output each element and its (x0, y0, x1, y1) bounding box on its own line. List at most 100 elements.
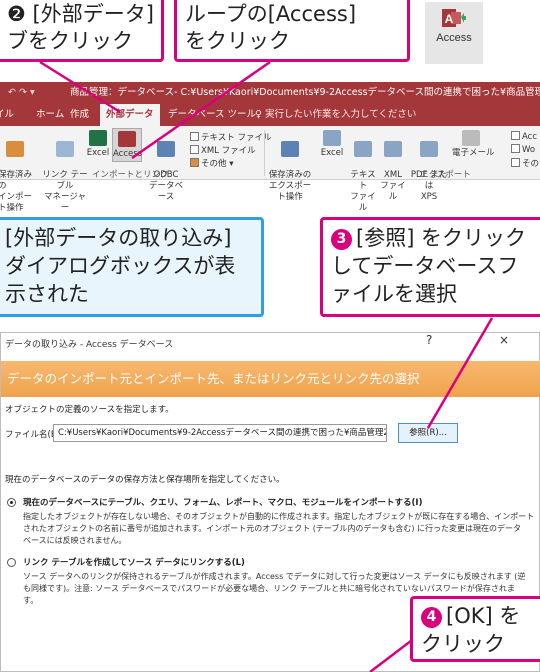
link-radio[interactable] (7, 558, 16, 567)
import-option-description: 指定したオブジェクトが存在しない場合、そのオブジェクトが自動的に作成されます。指… (23, 512, 535, 545)
access-import-tile: A Access (425, 2, 483, 64)
xml-export-icon (384, 141, 402, 157)
method-instruction: 現在のデータベースのデータの保存方法と保存場所を指定してください。 (5, 475, 285, 485)
saved-imports-icon (6, 141, 24, 157)
other-import[interactable]: その他 ▾ (190, 157, 233, 169)
ribbon-tabs: ファイル ホーム 作成 外部データ データベース ツール ♀ 実行したい作業を入… (0, 104, 540, 126)
xml-file-import[interactable]: XML ファイル (190, 144, 256, 156)
callout-external-data-tab: ❷ [外部データ] ブをクリック (0, 0, 164, 62)
access-export-label: Acc (522, 132, 538, 142)
pdf-xps-button[interactable]: PDF または XPS (410, 130, 448, 203)
saved-exports-label: 保存済みの エクスポート操作 (268, 170, 312, 202)
linked-table-manager-button[interactable]: リンク テーブル マネージャー (40, 130, 90, 214)
step3-first-line: 3 [参照] をクリック (331, 224, 539, 252)
ribbon-body: 保存済みの インポート操作 リンク テーブル マネージャー Excel Acce… (0, 126, 540, 213)
access-tile-label: Access (436, 32, 472, 44)
tab-file[interactable]: ファイル (0, 104, 20, 126)
export-group-label: エクスポート (420, 170, 471, 180)
step3-line2: してデータベースフ (331, 254, 519, 278)
other-export-label: その (522, 159, 540, 169)
callout-ok-button: 4 [OK] を クリック (410, 596, 540, 662)
saved-exports-icon (281, 141, 299, 157)
step4-number: 4 (421, 607, 442, 628)
linked-table-label: リンク テーブル マネージャー (42, 170, 88, 213)
close-button[interactable]: × (499, 333, 509, 347)
step4-line2: クリック (421, 632, 505, 656)
quick-access-toolbar[interactable]: ↶ ↷ ▾ (8, 82, 35, 104)
dialog-banner: データのインポート元とインポート先、またはリンク元とリンク先の選択 (1, 361, 540, 397)
source-instruction: オブジェクトの定義のソースを指定します。 (5, 405, 174, 415)
callout-dialog-shown: [外部データの取り込み] ダイアログボックスが表 示された (0, 217, 264, 317)
step4-line1: [OK] を (446, 604, 521, 628)
step3-line3: ァイルを選択 (331, 282, 457, 306)
email-icon (462, 130, 480, 146)
window-titlebar: ↶ ↷ ▾ 商品管理：データベース- C:¥Users¥Kaori¥Docume… (0, 82, 540, 104)
tab-database-tools[interactable]: データベース ツール (162, 104, 262, 126)
import-radio[interactable] (7, 498, 16, 507)
word-export-icon (511, 144, 520, 153)
xml-file-icon (190, 145, 199, 154)
saved-imports-button[interactable]: 保存済みの インポート操作 (0, 130, 38, 214)
callout-browse-button: 3 [参照] をクリック してデータベースフ ァイルを選択 (320, 217, 540, 317)
text-export-label: テキスト ファイル (350, 170, 376, 213)
info-line1: [外部データの取り込み] (5, 226, 232, 250)
saved-imports-label: 保存済みの インポート操作 (0, 170, 33, 213)
access-icon: A (442, 8, 466, 30)
step4-first-line: 4 [OK] を (421, 602, 539, 630)
access-import-button[interactable]: Access (112, 128, 142, 162)
import-group-label: インポートとリンク (92, 170, 169, 180)
word-export-label: Wo (522, 145, 536, 155)
text-file-label: テキスト ファイル (201, 133, 272, 143)
callout-step1-line2: ブをクリック (7, 29, 133, 53)
xml-export-label: XML ファイル (380, 170, 406, 202)
odbc-button[interactable]: ODBC データベース (148, 130, 184, 203)
step3-line1: [参照] をクリック (356, 226, 527, 250)
browse-button[interactable]: 参照(R)... (398, 423, 458, 443)
tab-create[interactable]: 作成 (64, 104, 95, 126)
ribbon-separator (264, 130, 265, 176)
access-export-icon (511, 131, 520, 140)
callout-step2-line2: をクリック (185, 29, 290, 53)
excel-export-button[interactable]: Excel (320, 130, 344, 159)
tell-me-box[interactable]: ♀ 実行したい作業を入力してください (255, 104, 416, 126)
text-file-icon (190, 132, 199, 141)
info-line3: 示された (5, 282, 89, 306)
callout-step2-line1: ループの[Access] (185, 2, 357, 26)
link-option-label[interactable]: リンク テーブルを作成してソース データにリンクする(L) (23, 556, 245, 568)
import-option-label[interactable]: 現在のデータベースにテーブル、クエリ、フォーム、レポート、マクロ、モジュールをイ… (23, 496, 422, 508)
other-label: その他 ▾ (201, 159, 234, 169)
file-name-input[interactable]: C:¥Users¥Kaori¥Documents¥9-2Accessデータベース… (53, 424, 387, 442)
callout-access-button: ループの[Access] をクリック (174, 0, 410, 62)
text-export-icon (354, 141, 372, 157)
excel-export-icon (323, 130, 341, 146)
word-export-small[interactable]: Wo (511, 144, 535, 155)
email-button[interactable]: 電子メール (452, 130, 495, 159)
other-icon (190, 158, 199, 167)
xml-file-label: XML ファイル (201, 146, 256, 156)
pdf-icon (420, 141, 438, 157)
excel-export-label: Excel (320, 148, 344, 158)
help-button[interactable]: ? (426, 333, 432, 347)
excel-import-button[interactable]: Excel (86, 130, 110, 159)
odbc-icon (157, 141, 175, 157)
access-small-icon (118, 131, 136, 147)
saved-exports-button[interactable]: 保存済みの エクスポート操作 (268, 130, 312, 203)
access-label: Access (113, 149, 143, 159)
other-export-icon (511, 158, 520, 167)
window-title: 商品管理：データベース- C:¥Users¥Kaori¥Documents¥9-… (70, 87, 540, 98)
email-label: 電子メール (452, 148, 495, 158)
excel-label: Excel (86, 148, 110, 158)
text-file-import[interactable]: テキスト ファイル (190, 131, 271, 143)
access-export-small[interactable]: Acc (511, 131, 537, 142)
linked-table-icon (56, 141, 74, 157)
dialog-title: データの取り込み - Access データベース (5, 340, 174, 350)
other-export-small[interactable]: その (511, 157, 539, 169)
text-export-button[interactable]: テキスト ファイル (348, 130, 378, 214)
info-line2: ダイアログボックスが表 (5, 254, 236, 278)
access-glyph: A (445, 12, 454, 26)
callout-step1-line1: ❷ [外部データ] (7, 2, 154, 26)
excel-icon (89, 130, 107, 146)
step3-number: 3 (331, 229, 352, 250)
tab-external-data[interactable]: 外部データ (100, 104, 160, 126)
xml-export-button[interactable]: XML ファイル (380, 130, 406, 203)
